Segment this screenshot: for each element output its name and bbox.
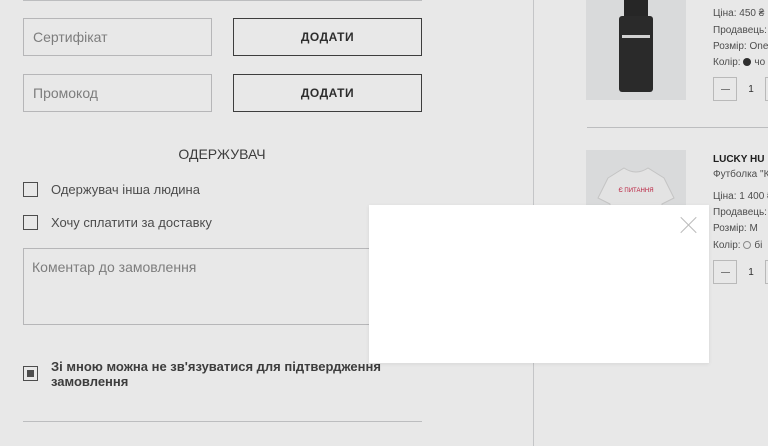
quantity-decrease-button[interactable] <box>713 77 737 101</box>
serum-bottle-image <box>619 0 653 92</box>
product-subtitle: Футболка "Ку <box>713 169 768 180</box>
quantity-value: 1 <box>748 266 754 278</box>
other-person-label: Одержувач інша людина <box>51 182 200 197</box>
divider <box>23 0 422 1</box>
product-seller: Продавець: <box>713 207 767 218</box>
product-size: Розмір: One <box>713 41 768 52</box>
product-name[interactable]: LUCKY HU <box>713 154 764 165</box>
product-image[interactable] <box>586 0 686 100</box>
order-comment-textarea[interactable] <box>23 248 422 325</box>
color-swatch-icon <box>743 241 752 249</box>
divider <box>23 421 422 422</box>
product-price: Ціна: 450 ₴ <box>713 8 765 19</box>
pay-delivery-label: Хочу сплатити за доставку <box>51 215 212 230</box>
quantity-value: 1 <box>748 83 754 95</box>
product-color: Колір: бі <box>713 240 763 251</box>
divider <box>587 127 768 128</box>
product-size: Розмір: M <box>713 223 758 234</box>
quantity-stepper[interactable]: 1 <box>713 77 768 101</box>
color-swatch-icon <box>743 58 752 66</box>
no-call-checkbox-row[interactable] <box>23 366 38 381</box>
quantity-decrease-button[interactable] <box>713 260 737 284</box>
tshirt-print-label: Є ПИТАННЯ <box>618 188 653 194</box>
pay-delivery-checkbox-row[interactable]: Хочу сплатити за доставку <box>23 215 212 230</box>
promocode-input[interactable] <box>23 74 212 112</box>
modal-dialog <box>369 205 709 363</box>
no-call-checkbox[interactable] <box>23 366 38 381</box>
close-icon[interactable] <box>680 216 698 234</box>
pay-delivery-checkbox[interactable] <box>23 215 38 230</box>
product-color: Колір: чо <box>713 57 766 68</box>
product-seller: Продавець: <box>713 25 767 36</box>
certificate-input[interactable] <box>23 18 212 56</box>
recipient-section-title: ОДЕРЖУВАЧ <box>178 146 266 162</box>
no-call-label: Зі мною можна не зв'язуватися для підтве… <box>51 359 381 389</box>
add-certificate-button[interactable]: ДОДАТИ <box>233 18 422 56</box>
quantity-stepper[interactable]: 1 <box>713 260 768 284</box>
other-person-checkbox-row[interactable]: Одержувач інша людина <box>23 182 200 197</box>
product-price: Ціна: 1 400 ₴ <box>713 191 768 202</box>
add-promocode-button[interactable]: ДОДАТИ <box>233 74 422 112</box>
other-person-checkbox[interactable] <box>23 182 38 197</box>
